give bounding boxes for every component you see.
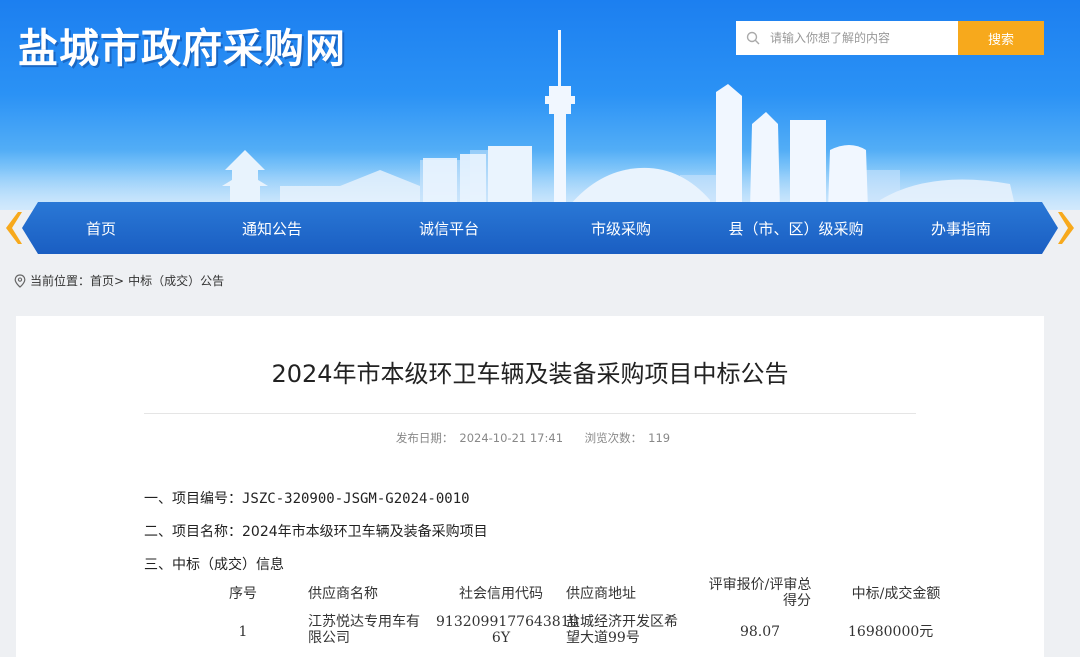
table-cell-address: 盐城经济开发区希 望大道99号 (566, 614, 696, 646)
main-navigation: 首页 通知公告 诚信平台 市级采购 县（市、区）级采购 办事指南 (0, 202, 1080, 254)
table-header-score-line2: 得分 (783, 593, 811, 609)
project-number-line: 一、项目编号：JSZC-320900-JSGM-G2024-0010 (144, 488, 470, 508)
location-pin-icon (14, 273, 26, 288)
city-skyline-illustration (222, 30, 1016, 210)
nav-item-guide[interactable]: 办事指南 (884, 202, 1038, 254)
table-cell-address-line2: 望大道99号 (566, 630, 640, 646)
breadcrumb-separator: > (114, 273, 125, 288)
chevron-left-icon[interactable] (4, 212, 22, 244)
header-banner: 盐城市政府采购网 搜索 (0, 0, 1080, 210)
project-number-value: JSZC-320900-JSGM-G2024-0010 (242, 491, 470, 507)
table-cell-supplier-line1: 江苏悦达专用车有 (308, 614, 420, 630)
table-header-score: 评审报价/评审总 得分 (699, 577, 821, 609)
article-card: 2024年市本级环卫车辆及装备采购项目中标公告 发布日期： 2024-10-21 … (16, 316, 1044, 657)
chevron-right-icon[interactable] (1058, 212, 1076, 244)
table-cell-credit-code: 9132099177643810 6Y (436, 614, 579, 646)
breadcrumb-prefix: 当前位置： (30, 274, 91, 288)
publish-date: 2024-10-21 17:41 (459, 431, 564, 445)
table-cell-supplier: 江苏悦达专用车有 限公司 (308, 614, 438, 646)
table-header-credit-code: 社会信用代码 (459, 586, 543, 602)
table-cell-credit-line2: 6Y (491, 630, 511, 646)
article-meta: 发布日期： 2024-10-21 17:41 浏览次数： 119 (16, 430, 1044, 446)
article-title: 2024年市本级环卫车辆及装备采购项目中标公告 (271, 360, 789, 388)
views-count: 119 (648, 431, 671, 445)
title-divider (144, 413, 916, 414)
breadcrumb: 当前位置： 首页 > 中标（成交）公告 (14, 272, 224, 289)
table-cell-amount: 16980000元 (848, 624, 934, 640)
table-header-supplier: 供应商名称 (308, 586, 378, 602)
publish-date-label: 发布日期： (395, 431, 454, 445)
award-info-heading: 三、中标（成交）信息 (144, 554, 284, 574)
nav-item-county-procurement[interactable]: 县（市、区）级采购 (708, 202, 884, 254)
table-cell-score: 98.07 (739, 624, 781, 640)
nav-item-city-procurement[interactable]: 市级采购 (534, 202, 708, 254)
table-header-seq: 序号 (229, 586, 257, 602)
nav-item-notices[interactable]: 通知公告 (180, 202, 364, 254)
project-name-line: 二、项目名称：2024年市本级环卫车辆及装备采购项目 (144, 521, 488, 541)
project-number-label: 一、项目编号： (144, 491, 242, 507)
breadcrumb-current: 中标（成交）公告 (128, 274, 225, 288)
nav-item-credit-platform[interactable]: 诚信平台 (364, 202, 534, 254)
nav-item-home[interactable]: 首页 (22, 202, 180, 254)
views-label: 浏览次数： (584, 431, 643, 445)
table-header-score-line1: 评审报价/评审总 (708, 577, 812, 593)
table-cell-credit-line1: 9132099177643810 (436, 614, 579, 630)
breadcrumb-home-link[interactable]: 首页 (90, 272, 114, 289)
table-header-amount: 中标/成交金额 (851, 586, 941, 602)
table-cell-address-line1: 盐城经济开发区希 (566, 614, 678, 630)
table-cell-seq: 1 (238, 624, 248, 640)
table-header-address: 供应商地址 (566, 586, 636, 602)
project-name-value: 2024年市本级环卫车辆及装备采购项目 (242, 524, 488, 540)
project-name-label: 二、项目名称： (144, 524, 242, 540)
table-cell-supplier-line2: 限公司 (308, 630, 350, 646)
award-info-heading-text: 三、中标（成交）信息 (144, 557, 284, 573)
